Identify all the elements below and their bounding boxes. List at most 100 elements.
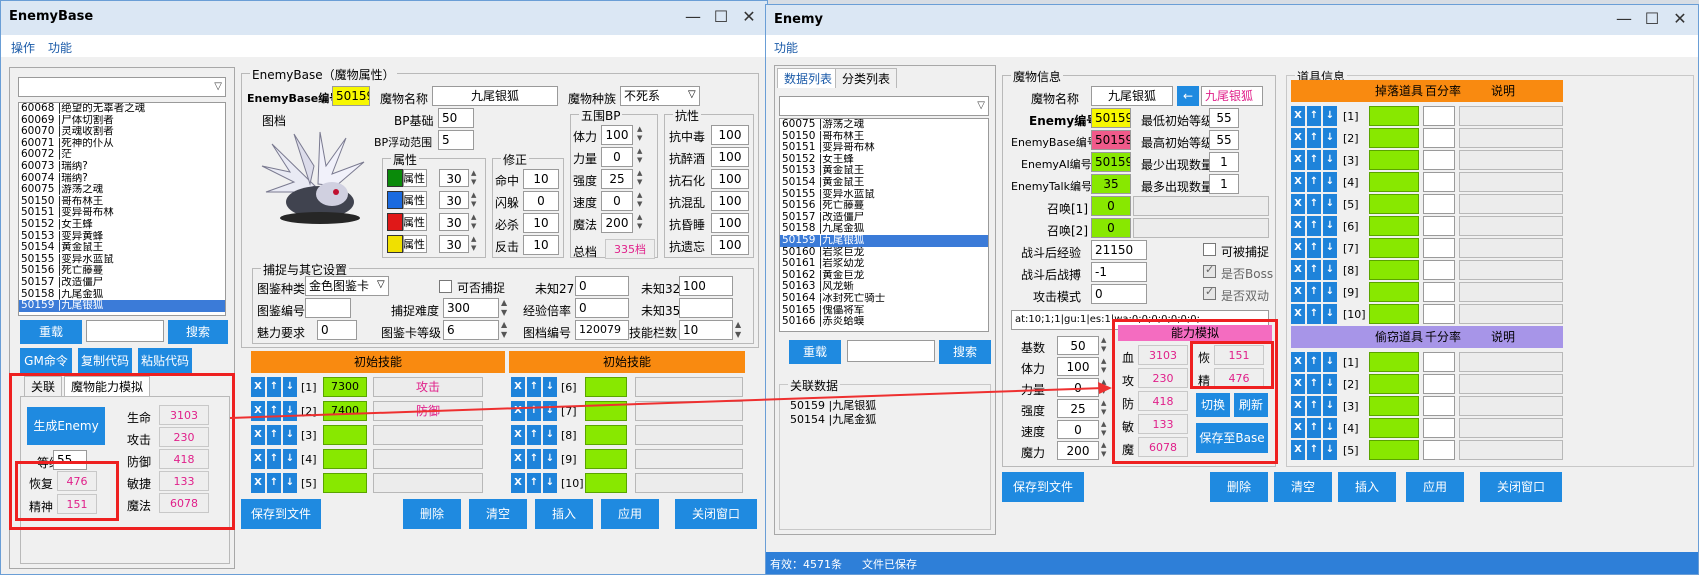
switch-button[interactable]: 切换 xyxy=(1196,393,1230,417)
move-up-icon[interactable]: ↑ xyxy=(1307,352,1321,372)
remove-skill-button[interactable]: X xyxy=(251,425,265,445)
move-down-icon[interactable]: ↓ xyxy=(1323,374,1337,394)
move-down-icon[interactable]: ↓ xyxy=(283,473,297,493)
attribute-spinner[interactable]: ▲ ▼ xyxy=(471,191,476,209)
remove-item-button[interactable]: X xyxy=(1291,194,1305,214)
skill-code-field[interactable] xyxy=(323,473,367,493)
apply-button[interactable]: 应用 xyxy=(601,499,659,529)
list-item[interactable]: 60070 |灵魂收割者 xyxy=(19,126,225,138)
move-down-icon[interactable]: ↓ xyxy=(1323,440,1337,460)
gm-command-button[interactable]: GM命令 xyxy=(20,348,72,374)
list-item[interactable]: 50158 |九尾金狐 xyxy=(780,223,988,235)
bp-spinner[interactable]: ▲ ▼ xyxy=(1101,357,1106,375)
list-item[interactable]: 50156 |死亡藤蔓 xyxy=(19,265,225,277)
bp-spinner[interactable]: ▲ ▼ xyxy=(1101,420,1106,438)
can-catch-checkbox[interactable] xyxy=(439,280,452,293)
attribute-spinner[interactable]: ▲ ▼ xyxy=(471,213,476,231)
move-up-icon[interactable]: ↑ xyxy=(267,425,281,445)
item-code-field[interactable] xyxy=(1369,128,1419,148)
bp-field[interactable]: 0 xyxy=(601,191,633,211)
card-level-field[interactable]: 6 xyxy=(443,320,499,340)
level-field[interactable]: 55 xyxy=(53,450,87,470)
list-item[interactable]: 50159 |九尾银狐 xyxy=(19,300,225,312)
remove-item-button[interactable]: X xyxy=(1291,238,1305,258)
exp-field[interactable]: 21150 xyxy=(1091,240,1147,260)
search-input[interactable] xyxy=(86,320,164,342)
list-item[interactable]: 50158 |九尾金狐 xyxy=(19,289,225,301)
list-item[interactable]: 50160 |岩浆巨龙 xyxy=(780,247,988,259)
bp-spinner[interactable]: ▲ ▼ xyxy=(1101,399,1106,417)
item-code-field[interactable] xyxy=(1369,418,1419,438)
move-down-icon[interactable]: ↓ xyxy=(543,425,557,445)
bp-field[interactable]: 200 xyxy=(601,213,633,233)
remove-skill-button[interactable]: X xyxy=(251,449,265,469)
is-double-checkbox[interactable] xyxy=(1203,285,1216,300)
race-chevron-down-icon[interactable]: ▽ xyxy=(688,89,696,100)
move-up-icon[interactable]: ↑ xyxy=(1307,216,1321,236)
item-pct-field[interactable] xyxy=(1423,304,1455,324)
list-item[interactable]: 50157 |改造僵尸 xyxy=(19,277,225,289)
skill-code-field[interactable] xyxy=(323,425,367,445)
resist-field[interactable]: 100 xyxy=(711,125,749,145)
move-down-icon[interactable]: ↓ xyxy=(1323,150,1337,170)
summon2-field[interactable]: 0 xyxy=(1091,218,1131,238)
close-icon[interactable]: ✕ xyxy=(1670,9,1690,29)
bp-field[interactable]: 0 xyxy=(1057,420,1099,439)
menu-function[interactable]: 功能 xyxy=(774,39,798,56)
card-type-chevron-down-icon[interactable]: ▽ xyxy=(377,279,385,290)
remove-skill-button[interactable]: X xyxy=(511,473,525,493)
can-catch-checkbox[interactable] xyxy=(1203,243,1216,256)
catch-diff-spinner[interactable]: ▲ ▼ xyxy=(501,298,507,318)
minimize-icon[interactable]: — xyxy=(1614,9,1634,29)
move-up-icon[interactable]: ↑ xyxy=(1307,172,1321,192)
id-field[interactable]: 50159 xyxy=(332,86,370,106)
move-down-icon[interactable]: ↓ xyxy=(543,377,557,397)
catch-diff-field[interactable]: 300 xyxy=(443,298,499,318)
attribute-value-field[interactable]: 30 xyxy=(439,235,469,253)
copy-code-button[interactable]: 复制代码 xyxy=(78,348,132,374)
item-pct-field[interactable] xyxy=(1423,216,1455,236)
search-input-enemy[interactable] xyxy=(847,340,935,362)
resist-field[interactable]: 100 xyxy=(711,213,749,233)
remove-skill-button[interactable]: X xyxy=(511,449,525,469)
tab-relation[interactable]: 关联 xyxy=(24,376,63,396)
search-button[interactable]: 搜索 xyxy=(939,340,991,364)
list-item[interactable]: 50161 |岩浆幼龙 xyxy=(780,258,988,270)
list-item[interactable]: 60071 |死神的仆从 xyxy=(19,138,225,150)
list-item[interactable]: 60074 |瑞纳? xyxy=(19,173,225,185)
list-item[interactable]: 50155 |变异水蓝鼠 xyxy=(780,189,988,201)
skill-code-field[interactable]: 7400 xyxy=(323,401,367,421)
item-code-field[interactable] xyxy=(1369,172,1419,192)
clear-button[interactable]: 清空 xyxy=(469,499,527,529)
paste-code-button[interactable]: 粘贴代码 xyxy=(138,348,192,374)
attribute-spinner[interactable]: ▲ ▼ xyxy=(471,169,476,187)
fix-field[interactable]: 10 xyxy=(523,213,559,233)
move-down-icon[interactable]: ↓ xyxy=(1323,194,1337,214)
list-item[interactable]: 50153 |变异黄蜂 xyxy=(19,231,225,243)
skill-code-field[interactable] xyxy=(323,449,367,469)
maximize-icon[interactable]: ☐ xyxy=(1642,9,1662,29)
item-pct-field[interactable] xyxy=(1423,440,1455,460)
move-up-icon[interactable]: ↑ xyxy=(1307,194,1321,214)
skill-code-field[interactable] xyxy=(585,401,627,421)
filter-combo[interactable]: ▽ xyxy=(18,77,226,97)
item-pct-field[interactable] xyxy=(1423,106,1455,126)
remove-item-button[interactable]: X xyxy=(1291,418,1305,438)
bp-spinner[interactable]: ▲ ▼ xyxy=(1101,378,1106,396)
item-pct-field[interactable] xyxy=(1423,352,1455,372)
save-to-base-button[interactable]: 保存至Base xyxy=(1196,423,1268,453)
list-item[interactable]: 60075 |游荡之魂 xyxy=(780,119,988,131)
bp-field[interactable]: 25 xyxy=(1057,399,1099,418)
enemy-base-list[interactable]: 60068 |绝望的无辜者之魂 60069 |尸体切割者 60070 |灵魂收割者 6… xyxy=(18,102,226,316)
bp-field[interactable]: 100 xyxy=(601,125,633,145)
charm-field[interactable]: 0 xyxy=(317,320,357,340)
bp-field[interactable]: 0 xyxy=(1057,378,1099,397)
list-item[interactable]: 50151 |变异哥布林 xyxy=(19,207,225,219)
apply-button[interactable]: 应用 xyxy=(1406,472,1464,502)
move-up-icon[interactable]: ↑ xyxy=(1307,418,1321,438)
move-up-icon[interactable]: ↑ xyxy=(1307,128,1321,148)
skill-code-field[interactable] xyxy=(585,449,627,469)
list-item[interactable]: 60069 |尸体切割者 xyxy=(19,115,225,127)
list-item[interactable]: 50163 |风龙蜥 xyxy=(780,281,988,293)
move-down-icon[interactable]: ↓ xyxy=(283,377,297,397)
